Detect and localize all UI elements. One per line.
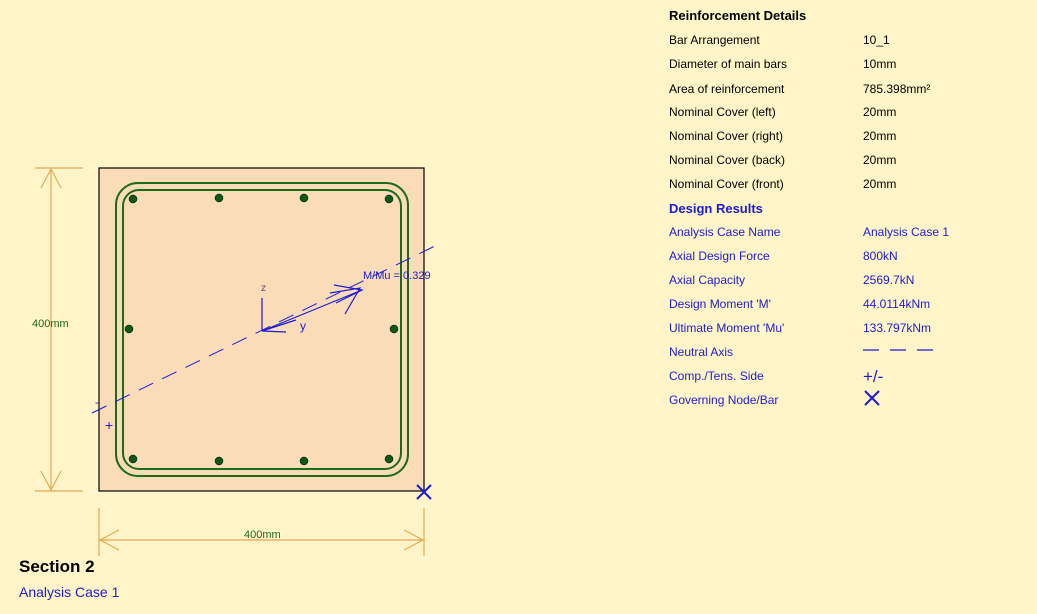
axial-design-force-value: 800kN: [863, 249, 898, 263]
governing-node-label: Governing Node/Bar: [669, 393, 779, 407]
cover-left-value: 20mm: [863, 105, 897, 119]
bar-diameter-value: 10mm: [863, 57, 897, 71]
cover-back-label: Nominal Cover (back): [669, 153, 786, 167]
section-title: Section 2: [19, 557, 95, 576]
cover-left-label: Nominal Cover (left): [669, 105, 776, 119]
axis-y-label: y: [300, 319, 306, 333]
axis-z-label: z: [261, 283, 266, 294]
ultimate-moment-value: 133.797kNm: [863, 321, 932, 335]
rebar: [299, 193, 309, 203]
axial-design-force-label: Axial Design Force: [669, 249, 770, 263]
rebar: [299, 456, 309, 466]
ultimate-moment-label: Ultimate Moment 'Mu': [669, 321, 785, 335]
moment-ratio-label: M/Mu = 0.329: [363, 270, 431, 282]
rebar: [124, 324, 134, 334]
design-results-heading: Design Results: [669, 201, 763, 216]
rebar: [389, 324, 399, 334]
rebar: [128, 194, 138, 204]
governing-node-cross-icon: [864, 390, 880, 406]
rebar: [384, 454, 394, 464]
bar-arrangement-value: 10_1: [863, 33, 890, 47]
axial-capacity-label: Axial Capacity: [669, 273, 746, 287]
rebar: [384, 194, 394, 204]
cover-back-value: 20mm: [863, 153, 897, 167]
analysis-case-name-label: Analysis Case Name: [669, 225, 781, 239]
cover-right-label: Nominal Cover (right): [669, 129, 784, 143]
analysis-case-subtitle: Analysis Case 1: [19, 584, 120, 600]
neutral-axis-label: Neutral Axis: [669, 345, 734, 359]
reinforcement-area-value: 785.398mm²: [863, 82, 931, 96]
width-dimension-label: 400mm: [244, 529, 281, 541]
reinforcement-heading: Reinforcement Details: [669, 8, 807, 23]
axial-capacity-value: 2569.7kN: [863, 273, 915, 287]
rebar: [128, 454, 138, 464]
compression-marker: +: [105, 417, 113, 433]
cover-right-value: 20mm: [863, 129, 897, 143]
bar-diameter-label: Diameter of main bars: [669, 57, 788, 71]
tension-marker: -: [95, 397, 99, 409]
rebar: [214, 456, 224, 466]
height-dimension-label: 400mm: [32, 318, 69, 330]
cover-front-value: 20mm: [863, 177, 897, 191]
design-moment-label: Design Moment 'M': [669, 297, 771, 311]
comp-tens-side-label: Comp./Tens. Side: [669, 369, 764, 383]
rebar: [214, 193, 224, 203]
comp-tens-side-value: +/-: [863, 367, 884, 386]
bar-arrangement-label: Bar Arrangement: [669, 33, 760, 47]
design-moment-value: 44.0114kNm: [863, 297, 931, 311]
cover-front-label: Nominal Cover (front): [669, 177, 784, 191]
reinforcement-area-label: Area of reinforcement: [669, 82, 785, 96]
analysis-case-name-value: Analysis Case 1: [863, 225, 950, 239]
neutral-axis-legend-icon: [863, 349, 943, 351]
